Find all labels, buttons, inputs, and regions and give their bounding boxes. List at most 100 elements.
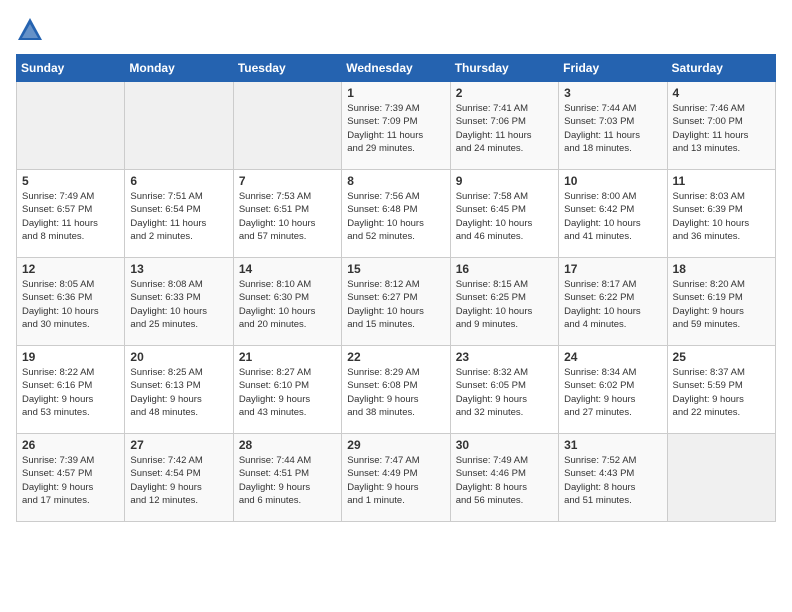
day-info: Sunrise: 8:29 AM Sunset: 6:08 PM Dayligh… <box>347 366 444 419</box>
day-number: 21 <box>239 350 336 364</box>
day-info: Sunrise: 8:00 AM Sunset: 6:42 PM Dayligh… <box>564 190 661 243</box>
calendar-week-row: 19Sunrise: 8:22 AM Sunset: 6:16 PM Dayli… <box>17 346 776 434</box>
calendar-cell: 17 Sunrise: 8:17 AM Sunset: 6:22 PM Dayli… <box>559 258 667 346</box>
day-number: 17 <box>564 262 661 276</box>
day-number: 25 <box>673 350 770 364</box>
calendar-cell: 30 Sunrise: 7:49 AM Sunset: 4:46 PM Dayli… <box>450 434 558 522</box>
day-number: 9 <box>456 174 553 188</box>
day-number: 27 <box>130 438 227 452</box>
day-number: 28 <box>239 438 336 452</box>
day-info: Sunrise: 7:47 AM Sunset: 4:49 PM Dayligh… <box>347 454 444 507</box>
day-number: 22 <box>347 350 444 364</box>
day-info: Sunrise: 8:10 AM Sunset: 6:30 PM Dayligh… <box>239 278 336 331</box>
day-info: Sunrise: 8:37 AM Sunset: 5:59 PM Dayligh… <box>673 366 770 419</box>
calendar-cell <box>667 434 775 522</box>
day-number: 1 <box>347 86 444 100</box>
header-sunday: Sunday <box>17 55 125 82</box>
day-number: 20 <box>130 350 227 364</box>
day-number: 4 <box>673 86 770 100</box>
day-info: Sunrise: 8:27 AM Sunset: 6:10 PM Dayligh… <box>239 366 336 419</box>
calendar-cell: 21 Sunrise: 8:27 AM Sunset: 6:10 PM Dayli… <box>233 346 341 434</box>
day-info: Sunrise: 8:20 AM Sunset: 6:19 PM Dayligh… <box>673 278 770 331</box>
day-info: Sunrise: 8:22 AM Sunset: 6:16 PM Dayligh… <box>22 366 119 419</box>
day-info: Sunrise: 7:51 AM Sunset: 6:54 PM Dayligh… <box>130 190 227 243</box>
header-thursday: Thursday <box>450 55 558 82</box>
day-info: Sunrise: 8:15 AM Sunset: 6:25 PM Dayligh… <box>456 278 553 331</box>
header-wednesday: Wednesday <box>342 55 450 82</box>
calendar-cell <box>233 82 341 170</box>
calendar-cell: 18Sunrise: 8:20 AM Sunset: 6:19 PM Dayli… <box>667 258 775 346</box>
calendar-week-row: 26 Sunrise: 7:39 AM Sunset: 4:57 PM Dayli… <box>17 434 776 522</box>
day-number: 12 <box>22 262 119 276</box>
calendar-cell <box>125 82 233 170</box>
calendar-cell: 4 Sunrise: 7:46 AM Sunset: 7:00 PM Daylig… <box>667 82 775 170</box>
day-info: Sunrise: 7:53 AM Sunset: 6:51 PM Dayligh… <box>239 190 336 243</box>
day-number: 14 <box>239 262 336 276</box>
calendar-cell: 14 Sunrise: 8:10 AM Sunset: 6:30 PM Dayli… <box>233 258 341 346</box>
calendar-cell: 7 Sunrise: 7:53 AM Sunset: 6:51 PM Daylig… <box>233 170 341 258</box>
day-number: 13 <box>130 262 227 276</box>
calendar-week-row: 12Sunrise: 8:05 AM Sunset: 6:36 PM Dayli… <box>17 258 776 346</box>
day-info: Sunrise: 7:58 AM Sunset: 6:45 PM Dayligh… <box>456 190 553 243</box>
day-number: 30 <box>456 438 553 452</box>
calendar-cell: 29 Sunrise: 7:47 AM Sunset: 4:49 PM Dayli… <box>342 434 450 522</box>
calendar-cell: 1 Sunrise: 7:39 AM Sunset: 7:09 PM Daylig… <box>342 82 450 170</box>
day-info: Sunrise: 7:44 AM Sunset: 4:51 PM Dayligh… <box>239 454 336 507</box>
calendar-cell: 26 Sunrise: 7:39 AM Sunset: 4:57 PM Dayli… <box>17 434 125 522</box>
day-info: Sunrise: 7:46 AM Sunset: 7:00 PM Dayligh… <box>673 102 770 155</box>
day-number: 5 <box>22 174 119 188</box>
calendar-week-row: 1 Sunrise: 7:39 AM Sunset: 7:09 PM Daylig… <box>17 82 776 170</box>
header-monday: Monday <box>125 55 233 82</box>
day-info: Sunrise: 7:49 AM Sunset: 6:57 PM Dayligh… <box>22 190 119 243</box>
calendar-cell: 19Sunrise: 8:22 AM Sunset: 6:16 PM Dayli… <box>17 346 125 434</box>
day-info: Sunrise: 8:32 AM Sunset: 6:05 PM Dayligh… <box>456 366 553 419</box>
calendar-cell: 23 Sunrise: 8:32 AM Sunset: 6:05 PM Dayli… <box>450 346 558 434</box>
day-info: Sunrise: 7:49 AM Sunset: 4:46 PM Dayligh… <box>456 454 553 507</box>
calendar-cell: 13 Sunrise: 8:08 AM Sunset: 6:33 PM Dayli… <box>125 258 233 346</box>
day-number: 7 <box>239 174 336 188</box>
calendar-cell: 6 Sunrise: 7:51 AM Sunset: 6:54 PM Daylig… <box>125 170 233 258</box>
calendar-header-row: SundayMondayTuesdayWednesdayThursdayFrid… <box>17 55 776 82</box>
day-info: Sunrise: 7:56 AM Sunset: 6:48 PM Dayligh… <box>347 190 444 243</box>
day-info: Sunrise: 7:44 AM Sunset: 7:03 PM Dayligh… <box>564 102 661 155</box>
calendar-cell: 25 Sunrise: 8:37 AM Sunset: 5:59 PM Dayli… <box>667 346 775 434</box>
page-header <box>16 16 776 44</box>
calendar-cell: 11 Sunrise: 8:03 AM Sunset: 6:39 PM Dayli… <box>667 170 775 258</box>
day-info: Sunrise: 8:17 AM Sunset: 6:22 PM Dayligh… <box>564 278 661 331</box>
calendar-cell: 24 Sunrise: 8:34 AM Sunset: 6:02 PM Dayli… <box>559 346 667 434</box>
logo <box>16 16 48 44</box>
day-number: 23 <box>456 350 553 364</box>
day-number: 31 <box>564 438 661 452</box>
day-info: Sunrise: 8:12 AM Sunset: 6:27 PM Dayligh… <box>347 278 444 331</box>
day-info: Sunrise: 8:03 AM Sunset: 6:39 PM Dayligh… <box>673 190 770 243</box>
logo-icon <box>16 16 44 44</box>
calendar-cell <box>17 82 125 170</box>
calendar-cell: 8Sunrise: 7:56 AM Sunset: 6:48 PM Daylig… <box>342 170 450 258</box>
day-info: Sunrise: 7:39 AM Sunset: 7:09 PM Dayligh… <box>347 102 444 155</box>
header-saturday: Saturday <box>667 55 775 82</box>
day-number: 3 <box>564 86 661 100</box>
day-number: 2 <box>456 86 553 100</box>
day-info: Sunrise: 7:39 AM Sunset: 4:57 PM Dayligh… <box>22 454 119 507</box>
day-info: Sunrise: 8:08 AM Sunset: 6:33 PM Dayligh… <box>130 278 227 331</box>
calendar-cell: 16 Sunrise: 8:15 AM Sunset: 6:25 PM Dayli… <box>450 258 558 346</box>
calendar-table: SundayMondayTuesdayWednesdayThursdayFrid… <box>16 54 776 522</box>
calendar-cell: 5 Sunrise: 7:49 AM Sunset: 6:57 PM Daylig… <box>17 170 125 258</box>
calendar-cell: 2 Sunrise: 7:41 AM Sunset: 7:06 PM Daylig… <box>450 82 558 170</box>
day-number: 24 <box>564 350 661 364</box>
calendar-cell: 22 Sunrise: 8:29 AM Sunset: 6:08 PM Dayli… <box>342 346 450 434</box>
day-number: 16 <box>456 262 553 276</box>
day-info: Sunrise: 7:41 AM Sunset: 7:06 PM Dayligh… <box>456 102 553 155</box>
calendar-cell: 20 Sunrise: 8:25 AM Sunset: 6:13 PM Dayli… <box>125 346 233 434</box>
calendar-cell: 15Sunrise: 8:12 AM Sunset: 6:27 PM Dayli… <box>342 258 450 346</box>
day-number: 26 <box>22 438 119 452</box>
day-info: Sunrise: 8:25 AM Sunset: 6:13 PM Dayligh… <box>130 366 227 419</box>
calendar-cell: 9 Sunrise: 7:58 AM Sunset: 6:45 PM Daylig… <box>450 170 558 258</box>
header-friday: Friday <box>559 55 667 82</box>
day-number: 6 <box>130 174 227 188</box>
calendar-cell: 3 Sunrise: 7:44 AM Sunset: 7:03 PM Daylig… <box>559 82 667 170</box>
day-info: Sunrise: 8:34 AM Sunset: 6:02 PM Dayligh… <box>564 366 661 419</box>
day-number: 29 <box>347 438 444 452</box>
day-number: 11 <box>673 174 770 188</box>
calendar-cell: 31Sunrise: 7:52 AM Sunset: 4:43 PM Dayli… <box>559 434 667 522</box>
